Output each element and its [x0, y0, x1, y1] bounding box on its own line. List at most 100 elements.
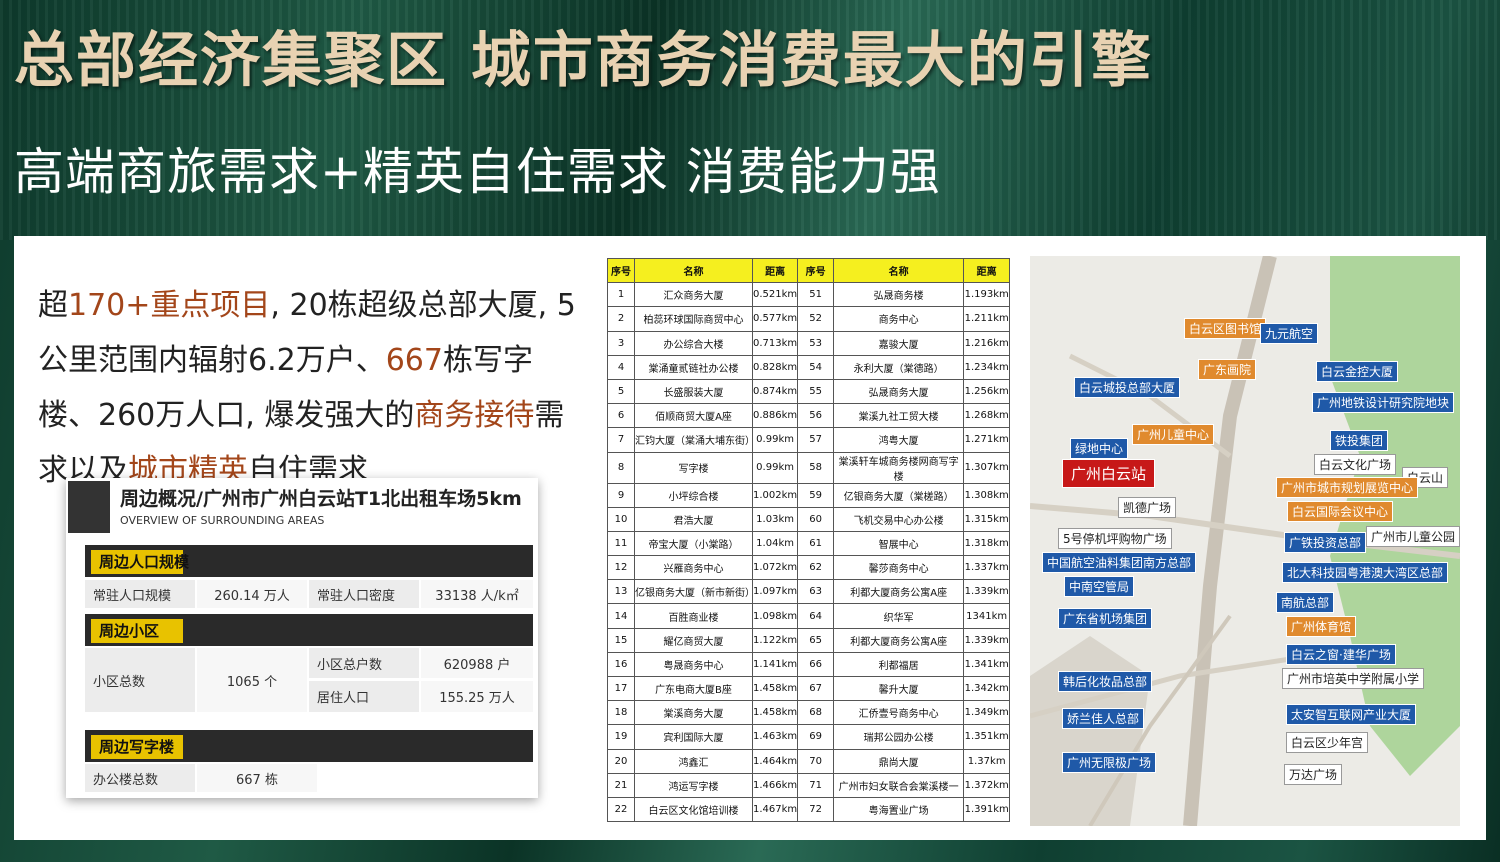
table-cell: 弘晟商务楼 [833, 282, 965, 308]
table-cell: 14 [607, 603, 635, 629]
map-label: 韩后化妆品总部 [1058, 671, 1153, 692]
table-cell: 1.342km [963, 675, 1011, 702]
table-cell: 鸿鑫汇 [634, 748, 753, 774]
table-cell: 利都福居 [833, 651, 965, 678]
table-cell: 0.99km [751, 451, 799, 484]
office-count-label: 办公楼总数 [85, 764, 195, 792]
table-cell: 1.37km [963, 748, 1011, 774]
table-cell: 棠涌童贰链社办公楼 [634, 354, 753, 380]
table-row: 5 长盛服装大厦 0.874km 55 弘晟商务大厦 1.256km [607, 378, 1011, 405]
table-cell: 1.458km [751, 675, 799, 702]
table-cell: 68 [797, 700, 835, 726]
table-cell: 20 [607, 748, 635, 774]
table-cell: 8 [607, 451, 635, 484]
table-cell: 1.04km [751, 530, 799, 557]
table-cell: 61 [797, 530, 835, 557]
table-cell: 棠溪九社工贸大楼 [833, 403, 965, 429]
table-cell: 1.464km [751, 748, 799, 774]
table-cell: 1.467km [751, 796, 799, 823]
table-cell: 55 [797, 378, 835, 405]
table-row: 17 广东电商大厦B座 1.458km 67 馨升大厦 1.342km [607, 675, 1011, 702]
density-label: 常驻人口密度 [309, 580, 419, 608]
building-distance-table: 序号 名称 距离 序号 名称 距离 1 汇众商务大厦 0.521km 51 弘晟商务楼 1… [607, 257, 1011, 823]
table-cell: 66 [797, 651, 835, 678]
table-cell: 1.307km [963, 451, 1011, 484]
table-cell: 小坪综合楼 [634, 482, 753, 508]
map-label: 白云金控大厦 [1316, 361, 1399, 382]
map-label: 北大科技园粤港澳大湾区总部 [1282, 562, 1449, 583]
table-cell: 63 [797, 579, 835, 605]
table-cell: 馨莎商务中心 [833, 555, 965, 581]
table-cell: 汇侨壹号商务中心 [833, 700, 965, 726]
map-label: 广州市培英中学附属小学 [1282, 668, 1425, 689]
table-row: 9 小坪综合楼 1.002km 59 亿银商务大厦（棠槎路） 1.308km [607, 482, 1011, 508]
overview-title: 周边概况/广州市广州白云站T1北出租车场5km [120, 488, 522, 510]
table-cell: 百胜商业楼 [634, 603, 753, 629]
table-cell: 9 [607, 482, 635, 508]
population-label: 常驻人口规模 [85, 580, 195, 608]
table-cell: 兴雁商务中心 [634, 555, 753, 581]
table-cell: 11 [607, 530, 635, 557]
table-cell: 1.141km [751, 651, 799, 678]
map-label: 九元航空 [1260, 323, 1319, 344]
table-cell: 71 [797, 772, 835, 798]
map-label: 广州地铁设计研究院地块 [1312, 392, 1455, 413]
intro-text: , [270, 288, 290, 323]
table-cell: 59 [797, 482, 835, 508]
table-cell: 65 [797, 627, 835, 653]
table-cell: 21 [607, 772, 635, 798]
table-cell: 白云区文化馆培训楼 [634, 796, 753, 823]
map-label: 广铁投资总部 [1284, 532, 1367, 553]
table-row: 21 鸿运写字楼 1.466km 71 广州市妇女联合会棠溪楼一 1.372km [607, 772, 1011, 798]
table-cell: 10 [607, 506, 635, 532]
table-cell: 1.03km [751, 506, 799, 532]
overview-subtitle: OVERVIEW OF SURROUNDING AREAS [120, 514, 325, 527]
table-row: 11 帝宝大厦（小棠路） 1.04km 61 智展中心 1.318km [607, 530, 1011, 557]
table-cell: 0.713km [751, 330, 799, 356]
table-cell: 67 [797, 675, 835, 702]
map-label: 娇兰佳人总部 [1062, 708, 1145, 729]
table-cell: 亿银商务大厦（棠槎路） [833, 482, 965, 508]
map-label: 白云国际会议中心 [1287, 501, 1394, 522]
table-cell: 0.886km [751, 403, 799, 429]
col-header: 序号 [797, 257, 835, 284]
table-cell: 1.308km [963, 482, 1011, 508]
table-cell: 22 [607, 796, 635, 823]
intro-highlight: 商务接待 [414, 398, 535, 433]
table-cell: 1.256km [963, 378, 1011, 405]
table-cell: 鸿运写字楼 [634, 772, 753, 798]
map-label: 南航总部 [1276, 592, 1335, 613]
table-cell: 53 [797, 330, 835, 356]
map-label: 中国航空油料集团南方总部 [1042, 552, 1197, 573]
table-row: 7 汇钧大厦（棠涌大埔东街） 0.99km 57 鸿粤大厦 1.271km [607, 427, 1011, 453]
table-row: 22 白云区文化馆培训楼 1.467km 72 粤海置业广场 1.391km [607, 796, 1011, 823]
table-cell: 60 [797, 506, 835, 532]
table-cell: 1.072km [751, 555, 799, 581]
table-cell: 7 [607, 427, 635, 453]
map-label: 广州无限极广场 [1062, 752, 1157, 773]
table-cell: 1.337km [963, 555, 1011, 581]
table-cell: 商务中心 [833, 306, 965, 332]
map-label: 5号停机坪购物广场 [1058, 528, 1172, 549]
map-center-label: 广州白云站 [1062, 459, 1156, 488]
table-cell: 长盛服装大厦 [634, 378, 753, 405]
table-cell: 1.372km [963, 772, 1011, 798]
table-cell: 12 [607, 555, 635, 581]
residents-value: 155.25 万人 [421, 681, 533, 712]
table-cell: 瑞邦公园办公楼 [833, 724, 965, 750]
intro-highlight: 667 [385, 343, 443, 378]
page-subtitle: 高端商旅需求+精英自住需求 消费能力强 [14, 143, 941, 201]
table-cell: 58 [797, 451, 835, 484]
table-cell: 棠溪轩车城商务楼网商写字楼 [833, 451, 965, 484]
map-label: 白云文化广场 [1314, 454, 1397, 475]
residents-label: 居住人口 [309, 681, 419, 712]
table-cell: 6 [607, 403, 635, 429]
table-cell: 64 [797, 603, 835, 629]
map-label: 广东省机场集团 [1058, 608, 1153, 629]
table-cell: 1.318km [963, 530, 1011, 557]
table-cell: 棠溪商务大厦 [634, 700, 753, 726]
table-cell: 汇众商务大厦 [634, 282, 753, 308]
table-cell: 织华军 [833, 603, 965, 629]
table-row: 13 亿银商务大厦（新市新街） 1.097km 63 利都大厦商务公寓A座 1.339km [607, 579, 1011, 605]
table-cell: 君浩大厦 [634, 506, 753, 532]
